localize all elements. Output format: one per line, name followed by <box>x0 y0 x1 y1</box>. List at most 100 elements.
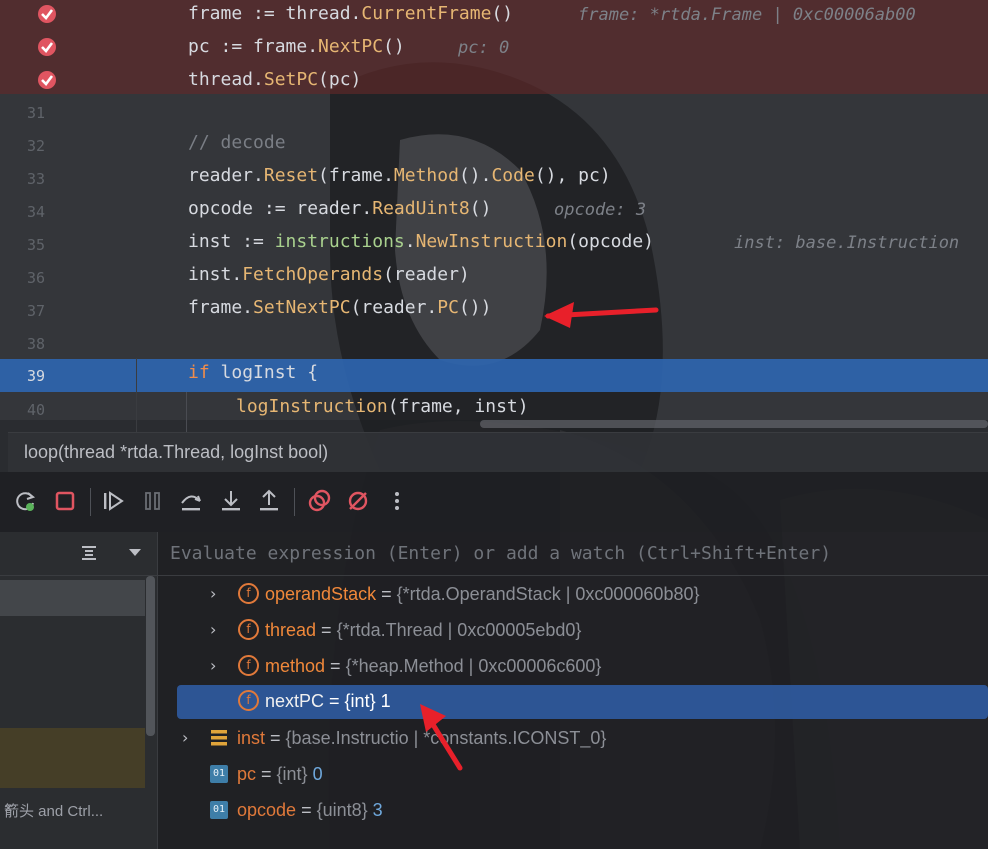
variable-value: 0 <box>307 764 323 784</box>
variable-type: {int} <box>276 764 308 784</box>
stack-frame-library[interactable] <box>0 728 145 788</box>
variable-row[interactable]: › inst = {base.Instructio | *constants.I… <box>158 722 988 756</box>
variable-name: pc <box>237 764 257 784</box>
step-over-icon[interactable] <box>178 488 204 514</box>
code-text: opcode := reader.ReadUint8() <box>188 198 492 219</box>
variable-type: {*rtda.Thread | 0xc00005ebd0} <box>336 620 582 640</box>
code-line[interactable]: 36 inst.FetchOperands(reader) <box>0 261 988 294</box>
code-line[interactable]: 31 <box>0 96 988 129</box>
variable-type: {base.Instructio <box>285 728 409 748</box>
chevron-right-icon[interactable]: › <box>210 620 216 639</box>
line-number: 36 <box>26 269 46 287</box>
view-breakpoints-icon[interactable] <box>306 488 332 514</box>
chevron-right-icon[interactable]: › <box>182 728 188 747</box>
mute-breakpoints-icon[interactable] <box>345 488 371 514</box>
variable-type: {*rtda.OperandStack | 0xc000060b80} <box>396 584 700 604</box>
code-line[interactable]: 37 frame.SetNextPC(reader.PC()) <box>0 294 988 327</box>
code-text: if logInst { <box>188 362 319 383</box>
variable-name: opcode <box>237 800 297 820</box>
watch-input[interactable]: Evaluate expression (Enter) or add a wat… <box>158 532 988 576</box>
code-line[interactable]: 32 // decode <box>0 129 988 162</box>
stop-icon[interactable] <box>52 488 78 514</box>
code-text: logInstruction(frame, inst) <box>236 396 529 417</box>
watch-placeholder: Evaluate expression (Enter) or add a wat… <box>170 543 832 564</box>
step-out-icon[interactable] <box>256 488 282 514</box>
variable-row[interactable]: › f operandStack = {*rtda.OperandStack |… <box>158 578 988 612</box>
code-text: reader.Reset(frame.Method().Code(), pc) <box>188 165 611 186</box>
line-number: 38 <box>26 335 46 353</box>
inline-value-hint: inst: base.Instruction <box>734 233 960 253</box>
code-text: thread.SetPC(pc) <box>188 69 362 90</box>
code-line[interactable]: frame := thread.CurrentFrame() frame: *r… <box>0 0 988 33</box>
code-text: inst := instructions.NewInstruction(opco… <box>188 231 655 252</box>
code-text: frame.SetNextPC(reader.PC()) <box>188 297 492 318</box>
variable-name: inst <box>237 728 266 748</box>
line-number: 37 <box>26 302 46 320</box>
indent-guide <box>186 392 187 432</box>
debug-toolbar <box>0 472 988 532</box>
variable-value: 3 <box>367 800 383 820</box>
variable-name: method <box>265 656 326 676</box>
variable-text: method = {*heap.Method | 0xc00006c600} <box>265 656 601 677</box>
rerun-icon[interactable] <box>12 488 38 514</box>
breakpoint-check-icon[interactable] <box>37 37 57 57</box>
frames-hint-bar: 箭头 and Ctrl... × <box>0 794 158 824</box>
step-into-icon[interactable] <box>218 488 244 514</box>
variable-type: {uint8} <box>316 800 368 820</box>
struct-icon <box>211 730 227 746</box>
breakpoint-check-icon[interactable] <box>37 70 57 90</box>
field-icon: f <box>238 690 259 711</box>
code-line[interactable]: pc := frame.NextPC() pc: 0 <box>0 33 988 66</box>
code-line[interactable]: 38 <box>0 327 988 360</box>
inline-value-hint: frame: *rtda.Frame | 0xc00006ab00 <box>578 5 916 25</box>
variable-text: thread = {*rtda.Thread | 0xc00005ebd0} <box>265 620 581 641</box>
code-text: // decode <box>188 132 286 153</box>
variable-name: nextPC <box>265 691 325 711</box>
chevron-right-icon[interactable]: › <box>210 584 216 603</box>
variable-eq: = <box>265 728 286 748</box>
horizontal-scrollbar[interactable] <box>480 420 988 428</box>
code-editor[interactable]: frame := thread.CurrentFrame() frame: *r… <box>0 0 988 432</box>
resume-icon[interactable] <box>100 488 126 514</box>
variable-eq: = <box>316 620 337 640</box>
field-icon: f <box>238 655 259 676</box>
frames-header <box>0 532 158 576</box>
breakpoint-check-icon[interactable] <box>37 4 57 24</box>
variables-panel[interactable]: Evaluate expression (Enter) or add a wat… <box>158 532 988 849</box>
inline-value-hint: pc: 0 <box>458 38 510 58</box>
variable-text: pc = {int} 0 <box>237 764 323 785</box>
code-text: inst.FetchOperands(reader) <box>188 264 470 285</box>
variable-eq: = <box>324 691 345 711</box>
stack-frame-selected[interactable] <box>0 580 145 616</box>
close-icon[interactable]: × <box>4 800 13 817</box>
pause-icon[interactable] <box>140 488 166 514</box>
code-line[interactable]: 35 inst := instructions.NewInstruction(o… <box>0 228 988 261</box>
breadcrumb-function[interactable]: loop(thread *rtda.Thread, logInst bool) <box>24 442 328 463</box>
variable-row[interactable]: › f method = {*heap.Method | 0xc00006c60… <box>158 650 988 684</box>
current-execution-line[interactable]: 39 if logInst { <box>0 359 988 392</box>
breadcrumb[interactable]: loop(thread *rtda.Thread, logInst bool) <box>8 432 988 472</box>
value-icon: 01 <box>210 801 228 819</box>
code-line[interactable]: 34 opcode := reader.ReadUint8() opcode: … <box>0 195 988 228</box>
code-line[interactable]: 33 reader.Reset(frame.Method().Code(), p… <box>0 162 988 195</box>
code-text: frame := thread.CurrentFrame() <box>188 3 514 24</box>
chevron-right-icon[interactable]: › <box>210 656 216 675</box>
threads-list-icon[interactable] <box>80 544 98 562</box>
more-icon[interactable] <box>384 488 410 514</box>
code-line[interactable]: thread.SetPC(pc) <box>0 66 988 94</box>
value-icon: 01 <box>210 765 228 783</box>
variable-row[interactable]: 01 opcode = {uint8} 3 <box>158 794 988 828</box>
variable-row-selected[interactable]: f nextPC = {int} 1 <box>177 685 988 719</box>
variable-eq: = <box>325 656 346 676</box>
line-number: 35 <box>26 236 46 254</box>
frames-panel[interactable]: 箭头 and Ctrl... × <box>0 532 158 849</box>
variable-eq: = <box>256 764 277 784</box>
line-number: 32 <box>26 137 46 155</box>
field-icon: f <box>238 583 259 604</box>
variable-row[interactable]: › f thread = {*rtda.Thread | 0xc00005ebd… <box>158 614 988 648</box>
chevron-down-icon[interactable] <box>128 548 142 558</box>
variable-eq: = <box>296 800 317 820</box>
vertical-scrollbar[interactable] <box>146 576 155 736</box>
line-number: 39 <box>26 367 46 385</box>
variable-row[interactable]: 01 pc = {int} 0 <box>158 758 988 792</box>
